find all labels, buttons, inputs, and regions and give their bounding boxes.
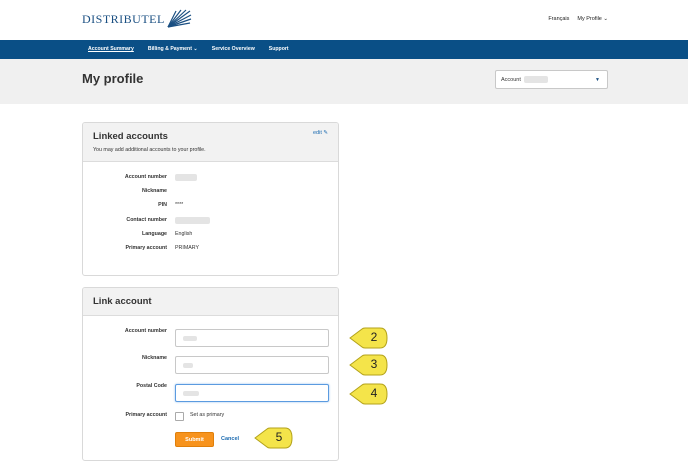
row-label: Language xyxy=(141,231,167,237)
submit-button[interactable]: Submit xyxy=(175,432,214,447)
logo-burst-icon xyxy=(167,9,192,28)
row-value: PRIMARY xyxy=(175,245,200,251)
edit-link[interactable]: edit ✎ xyxy=(313,130,328,136)
link-account-card: Link account Account number Nickname Pos… xyxy=(82,287,339,461)
linked-row-primary: Primary account PRIMARY xyxy=(83,245,338,255)
account-selector-label: Account xyxy=(501,76,521,83)
account-number-input[interactable] xyxy=(175,329,329,347)
nav-account-summary[interactable]: Account Summary xyxy=(88,46,134,52)
callout-4: 4 xyxy=(349,383,389,405)
chevron-down-icon: ⌄ xyxy=(603,16,608,22)
my-profile-menu[interactable]: My Profile ⌄ xyxy=(577,16,608,22)
nav-service-overview[interactable]: Service Overview xyxy=(212,46,255,52)
linked-accounts-card: Linked accounts You may add additional a… xyxy=(82,122,339,276)
redacted-value xyxy=(175,217,210,226)
set-as-primary-label: Set as primary xyxy=(190,412,225,418)
callout-3: 3 xyxy=(349,354,389,376)
nav-billing-payment[interactable]: Billing & Payment ⌄ xyxy=(148,46,198,52)
link-account-header: Link account xyxy=(83,288,338,316)
nickname-input[interactable] xyxy=(175,356,329,374)
callout-number: 5 xyxy=(275,430,283,444)
row-value: English xyxy=(175,231,193,237)
link-account-title: Link account xyxy=(93,296,152,307)
page-header: My profile Account ▼ xyxy=(0,59,688,104)
distributel-logo[interactable]: DISTRIBUTEL xyxy=(82,9,192,29)
row-label: Primary account xyxy=(125,245,167,251)
linked-accounts-title: Linked accounts xyxy=(93,131,168,142)
linked-accounts-header: Linked accounts You may add additional a… xyxy=(83,123,338,162)
cancel-link[interactable]: Cancel xyxy=(221,436,239,442)
language-link[interactable]: Français xyxy=(548,16,569,22)
set-as-primary-checkbox[interactable] xyxy=(175,412,184,421)
account-selector[interactable]: Account ▼ xyxy=(495,70,608,89)
callout-number: 4 xyxy=(370,386,378,400)
page-title: My profile xyxy=(82,71,144,86)
row-label: Account number xyxy=(124,174,167,180)
row-value: **** xyxy=(175,202,184,208)
field-label: Account number xyxy=(124,328,167,334)
linked-accounts-subtitle: You may add additional accounts to your … xyxy=(93,147,206,153)
linked-row-contact-number: Contact number xyxy=(83,217,338,227)
redacted-account xyxy=(523,76,548,83)
field-label: Primary account xyxy=(125,412,167,418)
field-label: Postal Code xyxy=(136,383,167,389)
row-label: Contact number xyxy=(126,217,167,223)
logo-text: DISTRIBUTEL xyxy=(82,11,165,26)
linked-row-pin: PIN **** xyxy=(83,202,338,212)
nav-support[interactable]: Support xyxy=(269,46,289,52)
redacted-value xyxy=(175,174,197,183)
field-label: Nickname xyxy=(141,355,167,361)
pencil-icon: ✎ xyxy=(323,130,328,136)
callout-number: 3 xyxy=(370,357,378,371)
callout-2: 2 xyxy=(349,327,389,349)
chevron-down-icon: ⌄ xyxy=(193,46,198,52)
linked-row-account-number: Account number xyxy=(83,174,338,184)
top-header: DISTRIBUTEL Français My Profile ⌄ xyxy=(0,0,688,40)
top-links: Français My Profile ⌄ xyxy=(548,16,608,22)
row-label: Nickname xyxy=(141,188,167,194)
row-label: PIN xyxy=(158,202,167,208)
nav-billing-label: Billing & Payment xyxy=(147,46,192,52)
callout-number: 2 xyxy=(370,330,378,344)
main-nav: Account Summary Billing & Payment ⌄ Serv… xyxy=(0,40,688,59)
edit-label: edit xyxy=(312,130,322,136)
linked-row-language: Language English xyxy=(83,231,338,241)
callout-5: 5 xyxy=(254,427,294,449)
postal-code-input[interactable] xyxy=(175,384,329,402)
linked-row-nickname: Nickname xyxy=(83,188,338,198)
my-profile-label: My Profile xyxy=(577,16,602,22)
caret-down-icon: ▼ xyxy=(595,77,600,83)
